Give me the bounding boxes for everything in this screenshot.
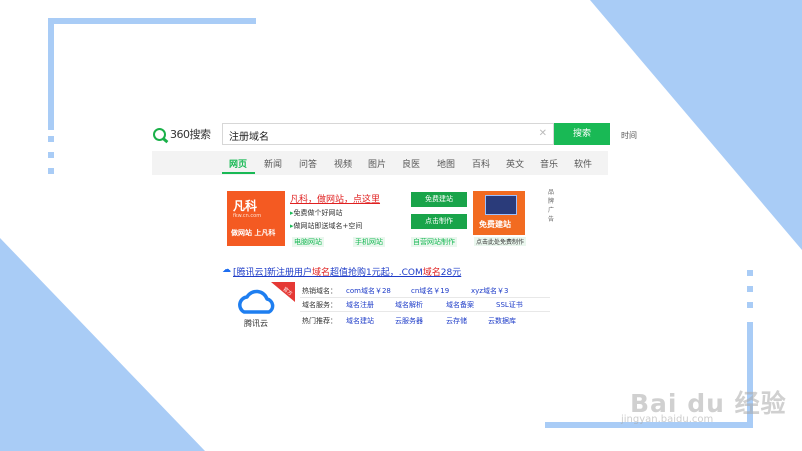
search-logo-icon — [153, 127, 166, 141]
search-input[interactable]: 注册域名 ✕ — [222, 123, 554, 145]
frame-top-bar — [48, 18, 256, 24]
link-cloud-storage[interactable]: 云存储 — [446, 316, 467, 326]
tab-map[interactable]: 地图 — [437, 157, 455, 170]
fanke-slogan: 做网站 上凡科 — [231, 229, 276, 237]
link-cn-domain[interactable]: cn域名￥19 — [411, 286, 449, 296]
result-row-hot-domains: 热销域名： com域名￥28 cn域名￥19 xyz域名￥3 — [302, 287, 509, 295]
ad-link-self-site[interactable]: 自营网站制作 — [411, 237, 457, 247]
tencent-cloud-name: 腾讯云 — [244, 319, 268, 328]
tab-english[interactable]: 英文 — [506, 157, 524, 170]
ad-free-build-image[interactable]: 免费建站 — [473, 191, 525, 235]
tab-web[interactable]: 网页 — [229, 157, 247, 170]
ad-item-text[interactable]: 免费做个好网站 — [294, 209, 343, 217]
tab-news[interactable]: 新闻 — [264, 157, 282, 170]
frame-dot — [48, 168, 54, 174]
cloud-icon: ☁ — [222, 265, 231, 275]
logo-text: 360搜索 — [170, 128, 211, 141]
link-domain-register[interactable]: 域名注册 — [346, 300, 374, 310]
tab-images[interactable]: 图片 — [368, 157, 386, 170]
ad-title-link[interactable]: 凡科，做网站，点这里 — [290, 192, 380, 205]
ad-item[interactable]: ▸免费做个好网站 — [290, 208, 343, 218]
tab-video[interactable]: 视频 — [334, 157, 352, 170]
result-title-link[interactable]: [腾讯云]新注册用户域名超值抢购1元起，.COM域名28元 — [233, 265, 461, 278]
tab-software[interactable]: 软件 — [574, 157, 592, 170]
result-row-recommend: 热门推荐： 域名建站 云服务器 云存储 云数据库 — [302, 317, 516, 325]
make-now-button[interactable]: 点击制作 — [411, 214, 467, 229]
ad-right-label: 免费建站 — [479, 220, 511, 229]
tab-qa[interactable]: 问答 — [299, 157, 317, 170]
free-build-button[interactable]: 免费建站 — [411, 192, 467, 207]
link-cloud-database[interactable]: 云数据库 — [488, 316, 516, 326]
row-divider — [300, 297, 550, 298]
link-com-domain[interactable]: com域名￥28 — [346, 286, 391, 296]
frame-dot — [747, 270, 753, 276]
frame-dot — [48, 136, 54, 142]
search-button[interactable]: 搜索 — [554, 123, 610, 145]
search-logo[interactable]: 360搜索 — [153, 126, 211, 142]
active-tab-indicator — [222, 172, 255, 174]
frame-dot — [747, 302, 753, 308]
frame-left-bar — [48, 18, 54, 130]
result-row-domain-services: 域名服务： 域名注册 域名解析 域名备案 SSL证书 — [302, 301, 523, 309]
fanke-site: fkw.cn.com — [233, 213, 262, 219]
watermark-url: jingyan.baidu.com — [621, 414, 714, 425]
ad-fanke-image[interactable]: 凡科 fkw.cn.com 做网站 上凡科 — [227, 191, 285, 246]
ad-link-pc-site[interactable]: 电脑网站 — [292, 237, 324, 247]
link-ssl-cert[interactable]: SSL证书 — [496, 300, 523, 310]
time-filter-link[interactable]: 时间 — [621, 130, 637, 141]
ad-item[interactable]: ▸做网站即送域名+空间 — [290, 221, 362, 231]
ad-item-text[interactable]: 做网站即送域名+空间 — [294, 222, 363, 230]
close-icon[interactable]: ✕ — [539, 128, 547, 139]
link-domain-icp[interactable]: 域名备案 — [446, 300, 474, 310]
link-cloud-server[interactable]: 云服务器 — [395, 316, 423, 326]
laptop-screen-icon — [485, 195, 517, 215]
link-domain-site[interactable]: 域名建站 — [346, 316, 374, 326]
official-badge-icon: 官方 — [271, 282, 295, 302]
link-xyz-domain[interactable]: xyz域名￥3 — [471, 286, 508, 296]
link-domain-dns[interactable]: 域名解析 — [395, 300, 423, 310]
frame-dot — [747, 286, 753, 292]
tab-health[interactable]: 良医 — [402, 157, 420, 170]
row-divider — [300, 311, 550, 312]
search-query[interactable]: 注册域名 — [229, 128, 269, 143]
ad-right-caption[interactable]: 点击此处免费制作 — [474, 237, 527, 246]
frame-dot — [48, 152, 54, 158]
ad-link-mobile-site[interactable]: 手机网站 — [353, 237, 385, 247]
tab-music[interactable]: 音乐 — [540, 157, 558, 170]
tab-baike[interactable]: 百科 — [472, 157, 490, 170]
brand-ad-label: 品牌广告 — [548, 189, 555, 223]
